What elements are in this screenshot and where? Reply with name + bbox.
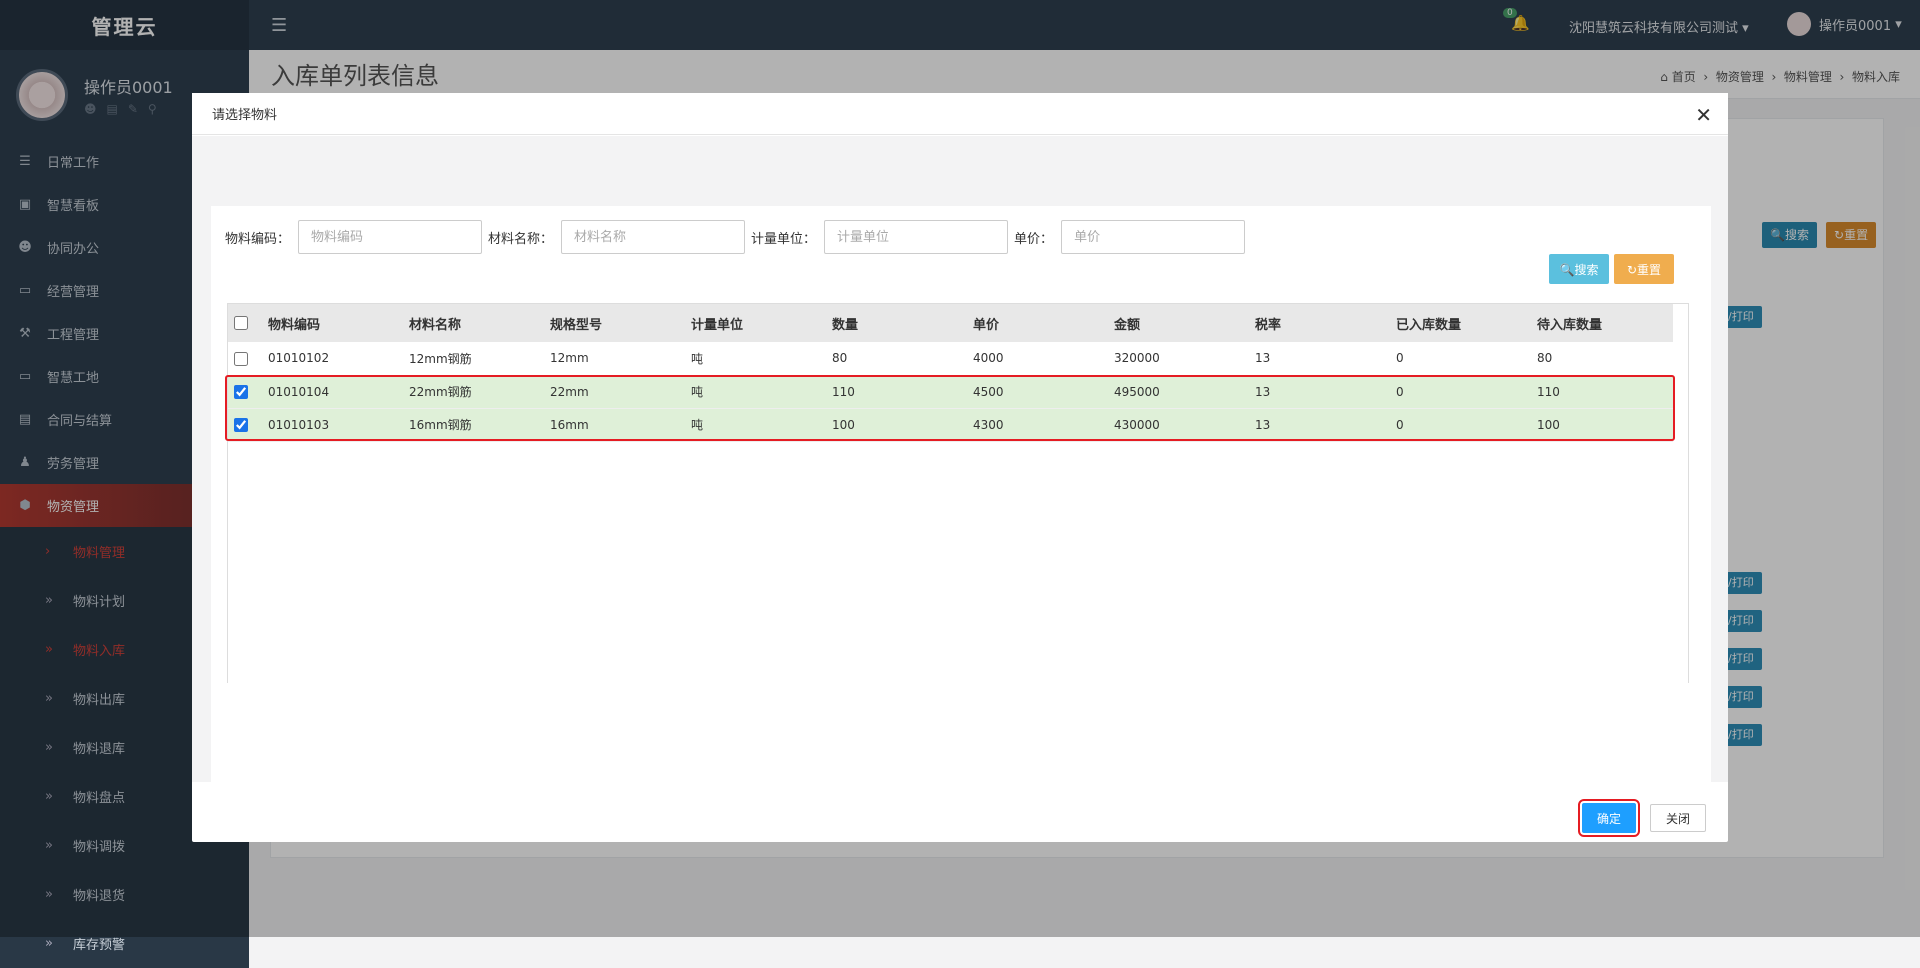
table-body: 01010102 12mm钢筋 12mm 吨 80 4000 320000 13 0 80 0101… xyxy=(228,342,1673,441)
price-input[interactable] xyxy=(1061,220,1246,254)
table-cell: 100 xyxy=(1537,417,1560,432)
column-header[interactable]: 金额 xyxy=(1106,304,1247,342)
close-button[interactable]: 关闭 xyxy=(1650,804,1706,832)
table-cell: 4500 xyxy=(973,384,1004,399)
table-cell: 4000 xyxy=(973,351,1004,366)
table-cell: 13 xyxy=(1255,417,1271,432)
table-cell: 01010102 xyxy=(268,351,330,366)
select-all-checkbox[interactable] xyxy=(234,316,248,330)
table-cell: 13 xyxy=(1255,384,1271,399)
table-row[interactable]: 01010102 12mm钢筋 12mm 吨 80 4000 320000 13 0 80 xyxy=(228,342,1673,375)
confirm-button[interactable]: 确定 xyxy=(1578,799,1640,837)
table-row[interactable]: 01010103 16mm钢筋 16mm 吨 100 4300 430000 13 0 100 xyxy=(228,408,1673,441)
column-header[interactable]: 已入库数量 xyxy=(1388,304,1529,342)
select-material-dialog: 请选择物料 ✕ 物料编码： 材料名称： 计量单位： 单价： 🔍搜索 ↻重置 物料… xyxy=(192,93,1728,842)
refresh-icon: ↻ xyxy=(1626,262,1638,277)
table-cell: 495000 xyxy=(1114,384,1160,399)
column-header[interactable]: 单价 xyxy=(965,304,1106,342)
material-table: 物料编码 材料名称 规格型号 计量单位 数量 单价 金额 税率 已入库数量 待入… xyxy=(228,304,1673,442)
table-cell: 16mm xyxy=(550,417,589,432)
filter-label-code: 物料编码： xyxy=(225,231,291,247)
dialog-title: 请选择物料 xyxy=(212,108,278,123)
material-name-input[interactable] xyxy=(561,220,746,254)
table-cell: 0 xyxy=(1396,417,1404,432)
dialog-header: 请选择物料 xyxy=(192,93,1728,135)
table-cell: 吨 xyxy=(691,385,704,399)
table-header-row: 物料编码 材料名称 规格型号 计量单位 数量 单价 金额 税率 已入库数量 待入… xyxy=(228,304,1673,342)
filter-bar: 物料编码： 材料名称： 计量单位： 单价： xyxy=(225,220,1251,254)
table-row[interactable]: 01010104 22mm钢筋 22mm 吨 110 4500 495000 13 0 110 xyxy=(228,375,1673,408)
table-cell: 80 xyxy=(1537,351,1553,366)
column-header[interactable]: 待入库数量 xyxy=(1529,304,1673,342)
table-cell: 吨 xyxy=(691,418,704,432)
filter-label-unit: 计量单位： xyxy=(751,231,817,247)
search-label: 搜索 xyxy=(1574,262,1599,277)
search-icon: 🔍 xyxy=(1559,262,1575,277)
reset-label: 重置 xyxy=(1637,262,1662,277)
table-cell: 80 xyxy=(832,351,848,366)
table-cell: 22mm钢筋 xyxy=(409,385,472,399)
double-chevron-icon: » xyxy=(45,936,53,951)
table-cell: 100 xyxy=(832,417,855,432)
column-header[interactable]: 材料名称 xyxy=(401,304,542,342)
table-cell: 22mm xyxy=(550,384,589,399)
column-header[interactable]: 计量单位 xyxy=(683,304,824,342)
material-table-container: 物料编码 材料名称 规格型号 计量单位 数量 单价 金额 税率 已入库数量 待入… xyxy=(227,303,1689,683)
table-cell: 16mm钢筋 xyxy=(409,418,472,432)
table-cell: 0 xyxy=(1396,384,1404,399)
column-header[interactable]: 数量 xyxy=(824,304,965,342)
table-cell: 01010103 xyxy=(268,417,330,432)
column-header[interactable]: 税率 xyxy=(1247,304,1388,342)
row-select-cell xyxy=(228,408,260,441)
row-select-cell xyxy=(228,375,260,408)
table-cell: 吨 xyxy=(691,351,704,366)
close-icon[interactable]: ✕ xyxy=(1695,103,1712,127)
table-cell: 01010104 xyxy=(268,384,330,399)
filter-label-name: 材料名称： xyxy=(488,231,554,247)
column-header[interactable]: 物料编码 xyxy=(260,304,401,342)
row-checkbox[interactable] xyxy=(234,384,248,399)
row-select-cell xyxy=(228,342,260,375)
select-all-cell xyxy=(228,304,260,342)
table-cell: 12mm xyxy=(550,351,589,366)
reset-button[interactable]: ↻重置 xyxy=(1614,254,1674,284)
filter-label-price: 单价： xyxy=(1014,231,1054,247)
unit-input[interactable] xyxy=(824,220,1009,254)
table-cell: 12mm钢筋 xyxy=(409,351,472,366)
material-code-input[interactable] xyxy=(298,220,483,254)
table-cell: 430000 xyxy=(1114,417,1160,432)
row-checkbox[interactable] xyxy=(234,417,248,432)
table-cell: 0 xyxy=(1396,351,1404,366)
row-checkbox[interactable] xyxy=(234,351,248,366)
table-cell: 110 xyxy=(832,384,855,399)
column-header[interactable]: 规格型号 xyxy=(542,304,683,342)
table-cell: 320000 xyxy=(1114,351,1160,366)
table-cell: 13 xyxy=(1255,351,1271,366)
table-cell: 110 xyxy=(1537,384,1560,399)
table-cell: 4300 xyxy=(973,417,1004,432)
search-button[interactable]: 🔍搜索 xyxy=(1549,254,1609,284)
